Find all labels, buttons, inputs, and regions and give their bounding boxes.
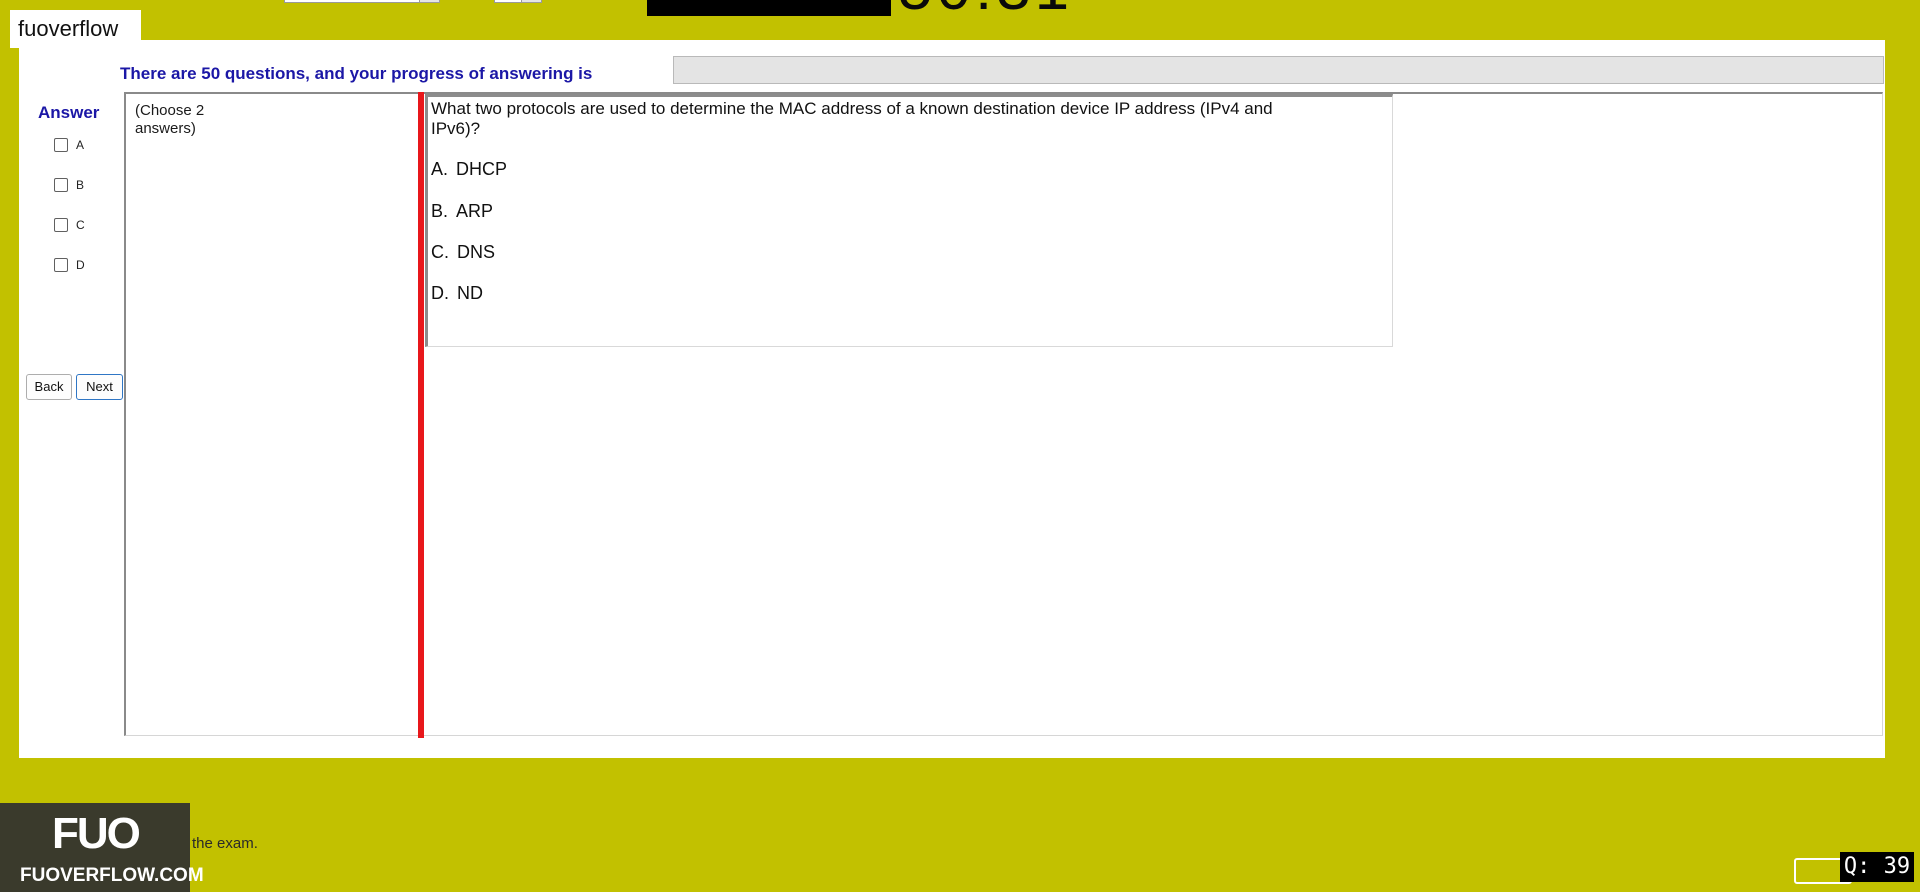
- next-button[interactable]: Next: [76, 374, 123, 400]
- exam-timer: 50:31: [898, 0, 1073, 20]
- top-dropdown[interactable]: [284, 0, 440, 3]
- answer-title: Answer: [38, 103, 100, 122]
- checkbox[interactable]: [54, 138, 68, 152]
- checkbox[interactable]: [54, 258, 68, 272]
- option-letter: C.: [431, 242, 449, 262]
- logo-mark: FUO: [52, 809, 141, 858]
- checkbox[interactable]: [54, 178, 68, 192]
- answer-checkbox-b[interactable]: B: [54, 178, 84, 192]
- back-button[interactable]: Back: [26, 374, 72, 400]
- option-text: ND: [457, 283, 483, 303]
- question-counter: Q: 39: [1840, 852, 1914, 882]
- answer-checkbox-label: D: [76, 258, 85, 272]
- answer-checkbox-c[interactable]: C: [54, 218, 85, 232]
- option-letter: D.: [431, 283, 449, 303]
- option-text: DHCP: [456, 159, 508, 179]
- logo-text: FUOVERFLOW.COM: [20, 865, 204, 886]
- top-dropdown-small[interactable]: [494, 0, 542, 3]
- answer-checkbox-a[interactable]: A: [54, 138, 84, 152]
- option-text: DNS: [457, 242, 496, 262]
- option-letter: A.: [431, 159, 449, 179]
- option-b: B. ARP: [431, 201, 493, 222]
- answer-checkbox-d[interactable]: D: [54, 258, 85, 272]
- option-a: A. DHCP: [431, 159, 507, 180]
- option-c: C. DNS: [431, 242, 495, 263]
- header-black-block: [647, 0, 891, 16]
- option-letter: B.: [431, 201, 449, 221]
- watermark-logo: FUO FUOVERFLOW.COM: [0, 803, 204, 892]
- chevron-down-icon: [419, 0, 439, 2]
- answer-checkbox-label: A: [76, 138, 85, 152]
- answer-checkbox-label: B: [76, 178, 85, 192]
- question-instruction: (Choose 2 answers): [135, 102, 205, 137]
- question-text: What two protocols are used to determine…: [431, 99, 1273, 138]
- answer-checkbox-label: C: [76, 218, 85, 232]
- checkbox[interactable]: [54, 218, 68, 232]
- progress-bar: [673, 56, 1884, 84]
- option-d: D. ND: [431, 283, 483, 304]
- panel-splitter[interactable]: [418, 92, 424, 738]
- progress-label: There are 50 questions, and your progres…: [120, 64, 593, 83]
- option-text: ARP: [456, 201, 494, 221]
- chevron-down-icon: [521, 0, 541, 2]
